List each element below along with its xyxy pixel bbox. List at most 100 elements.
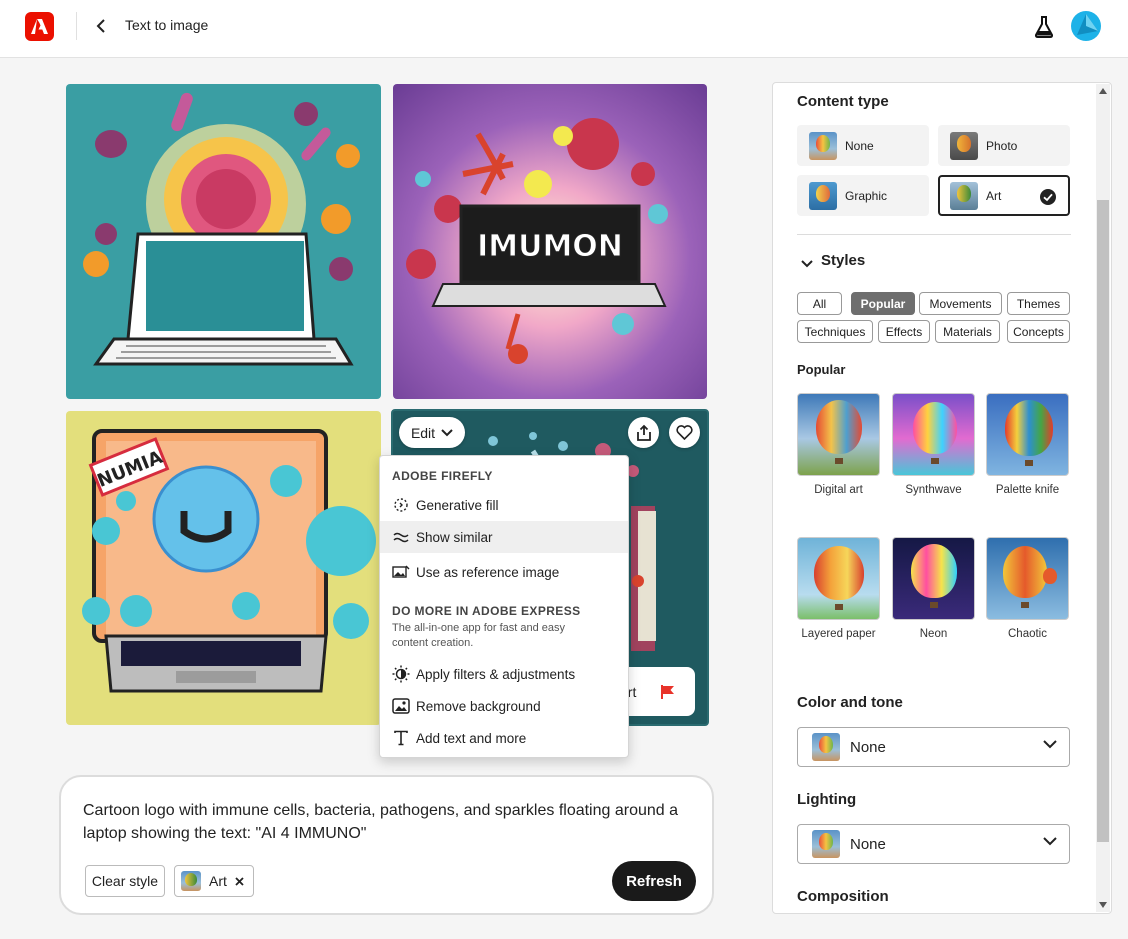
menu-section-express: DO MORE IN ADOBE EXPRESS xyxy=(392,604,581,618)
style-label-neon: Neon xyxy=(919,628,948,640)
clear-style-label: Clear style xyxy=(91,873,159,889)
refresh-button[interactable]: Refresh xyxy=(612,861,696,901)
menu-item-label: Add text and more xyxy=(416,730,527,746)
avatar[interactable] xyxy=(1071,11,1101,41)
scroll-up-icon[interactable] xyxy=(1099,88,1107,94)
art-thumbnail xyxy=(950,181,978,210)
checkmark-icon xyxy=(1040,189,1056,205)
style-tile-layered-paper[interactable] xyxy=(797,537,880,620)
header-divider xyxy=(76,12,77,40)
prompt-text[interactable]: Cartoon logo with immune cells, bacteria… xyxy=(83,799,703,845)
style-tile-synthwave[interactable] xyxy=(892,393,975,476)
style-filter-popular[interactable]: Popular xyxy=(851,292,915,315)
color-tone-title: Color and tone xyxy=(797,694,903,711)
style-chip-label: Art xyxy=(209,873,227,889)
scroll-down-icon[interactable] xyxy=(1099,902,1107,908)
menu-item-label: Use as reference image xyxy=(416,564,560,580)
edit-menu: ADOBE FIREFLY Generative fill Show simil… xyxy=(379,455,629,758)
chevron-down-icon xyxy=(1043,837,1057,846)
prompt-box[interactable]: Cartoon logo with immune cells, bacteria… xyxy=(59,775,714,915)
style-filter-movements[interactable]: Movements xyxy=(919,292,1002,315)
share-icon xyxy=(636,424,651,441)
filters-icon xyxy=(380,665,416,683)
style-label-digital-art: Digital art xyxy=(814,484,863,496)
color-tone-value: None xyxy=(850,738,886,756)
style-tile-digital-art[interactable] xyxy=(797,393,880,476)
generated-image-2[interactable]: IMUMON xyxy=(393,84,707,399)
share-button[interactable] xyxy=(628,417,659,448)
menu-item-label: Apply filters & adjustments xyxy=(416,666,576,682)
content-type-label: None xyxy=(845,138,874,153)
styles-title: Styles xyxy=(821,252,866,269)
generated-image-3[interactable]: NUMIA xyxy=(66,411,381,725)
labs-flask-icon[interactable] xyxy=(1034,15,1054,44)
menu-item-label: Generative fill xyxy=(416,497,499,513)
menu-item-use-as-reference[interactable]: Use as reference image xyxy=(380,556,628,588)
style-filter-all[interactable]: All xyxy=(797,292,842,315)
content-type-title: Content type xyxy=(797,93,889,110)
content-type-art[interactable]: Art xyxy=(938,175,1070,216)
flag-icon xyxy=(661,684,675,699)
none-thumbnail xyxy=(809,131,837,160)
content-type-photo[interactable]: Photo xyxy=(938,125,1070,166)
remove-background-icon xyxy=(380,698,416,714)
scrollbar-thumb[interactable] xyxy=(1097,200,1109,842)
style-filter-techniques[interactable]: Techniques xyxy=(797,320,873,343)
style-filter-effects[interactable]: Effects xyxy=(878,320,930,343)
lighting-title: Lighting xyxy=(797,791,857,808)
style-filter-themes[interactable]: Themes xyxy=(1007,292,1070,315)
graphic-thumbnail xyxy=(809,181,837,210)
style-label-palette-knife: Palette knife xyxy=(995,484,1060,496)
menu-item-label: Remove background xyxy=(416,698,541,714)
style-label-synthwave: Synthwave xyxy=(905,484,962,496)
color-tone-dropdown[interactable]: None xyxy=(797,727,1070,767)
style-chip-art[interactable]: Art xyxy=(174,865,254,897)
style-tile-palette-knife[interactable] xyxy=(986,393,1069,476)
add-text-icon xyxy=(380,730,416,746)
adobe-logo-icon[interactable] xyxy=(25,12,54,41)
style-filter-materials[interactable]: Materials xyxy=(935,320,1000,343)
style-tile-chaotic[interactable] xyxy=(986,537,1069,620)
content-type-label: Photo xyxy=(986,138,1018,153)
tile2-screen-text: IMUMON xyxy=(477,229,623,264)
style-label-layered-paper: Layered paper xyxy=(801,628,876,640)
lighting-thumbnail xyxy=(812,830,840,858)
chevron-down-icon xyxy=(1043,740,1057,749)
content-type-none[interactable]: None xyxy=(797,125,929,166)
page-title: Text to image xyxy=(125,17,209,33)
menu-item-label: Show similar xyxy=(416,529,493,545)
divider xyxy=(797,234,1071,235)
menu-item-generative-fill[interactable]: Generative fill xyxy=(380,489,628,521)
heart-icon xyxy=(676,425,693,440)
content-type-label: Art xyxy=(986,188,1002,203)
content-type-label: Graphic xyxy=(845,188,888,203)
menu-item-remove-background[interactable]: Remove background xyxy=(380,690,628,722)
style-tile-neon[interactable] xyxy=(892,537,975,620)
color-tone-thumbnail xyxy=(812,733,840,761)
edit-label: Edit xyxy=(410,424,436,441)
clear-style-button[interactable]: Clear style xyxy=(85,865,165,897)
favorite-button[interactable] xyxy=(669,417,700,448)
menu-section-description: The all-in-one app for fast and easy con… xyxy=(392,622,566,649)
menu-item-show-similar[interactable]: Show similar xyxy=(380,521,628,553)
settings-panel: Content type None Photo Graphic Art Styl… xyxy=(772,82,1112,914)
content-type-graphic[interactable]: Graphic xyxy=(797,175,929,216)
generative-fill-icon xyxy=(380,497,416,513)
lighting-value: None xyxy=(850,835,886,853)
back-chevron-icon[interactable] xyxy=(93,16,109,36)
show-similar-icon xyxy=(380,531,416,543)
lighting-dropdown[interactable]: None xyxy=(797,824,1070,864)
popular-title: Popular xyxy=(797,362,846,377)
edit-button[interactable]: Edit xyxy=(399,417,465,448)
top-bar: Text to image xyxy=(0,0,1128,58)
style-filter-concepts[interactable]: Concepts xyxy=(1007,320,1070,343)
menu-item-add-text[interactable]: Add text and more xyxy=(380,722,628,754)
reference-image-icon xyxy=(380,565,416,579)
menu-item-apply-filters[interactable]: Apply filters & adjustments xyxy=(380,658,628,690)
composition-title: Composition xyxy=(797,888,889,905)
styles-collapse-icon[interactable] xyxy=(801,255,813,273)
photo-thumbnail xyxy=(950,131,978,160)
remove-chip-icon[interactable] xyxy=(235,876,244,886)
generated-image-1[interactable] xyxy=(66,84,381,399)
style-label-chaotic: Chaotic xyxy=(1008,628,1047,640)
